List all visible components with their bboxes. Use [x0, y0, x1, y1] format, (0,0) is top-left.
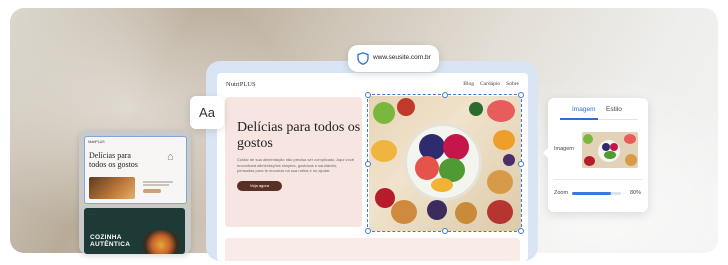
hero-section: Delícias para todos os gostos Cuidar de …: [225, 97, 362, 227]
thumb2-title: COZINHA AUTÊNTICA: [90, 234, 130, 248]
zoom-label: Zoom: [554, 190, 569, 196]
image-thumbnail[interactable]: [582, 132, 638, 168]
thumb-button: [143, 189, 161, 193]
zoom-value: 80%: [630, 190, 642, 196]
shield-icon: [357, 52, 369, 65]
url-bar[interactable]: www.seusite.com.br: [348, 45, 439, 72]
thumb-nav: · · ·: [178, 140, 183, 144]
cta-button[interactable]: Veja agora: [237, 181, 282, 191]
resize-handle[interactable]: [518, 92, 524, 98]
site-menu: Blog Cardápio Sobre: [463, 81, 519, 87]
typography-button[interactable]: Aa: [190, 96, 224, 129]
site-brand[interactable]: NutriPLUS: [226, 81, 256, 88]
thumb-brand: NutriPLUS: [88, 140, 105, 144]
resize-handle[interactable]: [365, 161, 371, 167]
tab-imagem[interactable]: Imagem: [572, 106, 595, 113]
menu-item-sobre[interactable]: Sobre: [506, 81, 519, 87]
image-selection-box[interactable]: [365, 92, 524, 234]
next-section: [225, 238, 520, 261]
hero-body: Cuidar de sua alimentação não precisa se…: [237, 157, 354, 173]
image-label: Imagem: [554, 146, 574, 152]
resize-handle[interactable]: [442, 92, 448, 98]
thumb-title: Delícias para todos os gostos: [89, 151, 138, 169]
image-settings-panel: Imagem Estilo Imagem Zoom 80%: [543, 98, 648, 212]
stage: NutriPLUS · · · Delícias para todos os g…: [0, 0, 728, 265]
active-tab-indicator: [560, 118, 598, 120]
template-thumbnail-2[interactable]: · · · · COZINHA AUTÊNTICA: [84, 208, 185, 254]
resize-handle[interactable]: [518, 161, 524, 167]
resize-handle[interactable]: [365, 228, 371, 234]
url-text: www.seusite.com.br: [373, 54, 431, 61]
template-thumbnails: NutriPLUS · · · Delícias para todos os g…: [79, 130, 191, 254]
tab-estilo[interactable]: Estilo: [606, 106, 622, 113]
thumb2-title-line2: AUTÊNTICA: [90, 241, 131, 248]
hero-title: Delícias para todos os gostos: [237, 120, 361, 151]
menu-item-blog[interactable]: Blog: [463, 81, 474, 87]
thumb2-title-line1: COZINHA: [90, 234, 122, 241]
thumb-text-line: [143, 184, 169, 186]
zoom-slider-fill: [572, 192, 612, 195]
chef-hat-icon: ⌂: [167, 151, 174, 163]
zoom-slider[interactable]: [572, 192, 621, 195]
thumb-image: [89, 177, 135, 199]
panel-divider: [554, 179, 642, 180]
resize-handle[interactable]: [518, 228, 524, 234]
menu-item-cardapio[interactable]: Cardápio: [480, 81, 500, 87]
resize-handle[interactable]: [442, 228, 448, 234]
thumb-text-line: [143, 181, 173, 183]
resize-handle[interactable]: [365, 92, 371, 98]
template-thumbnail-1[interactable]: NutriPLUS · · · Delícias para todos os g…: [84, 136, 187, 204]
thumb2-nav: · · · ·: [90, 212, 97, 216]
thumb2-image: [139, 230, 183, 254]
